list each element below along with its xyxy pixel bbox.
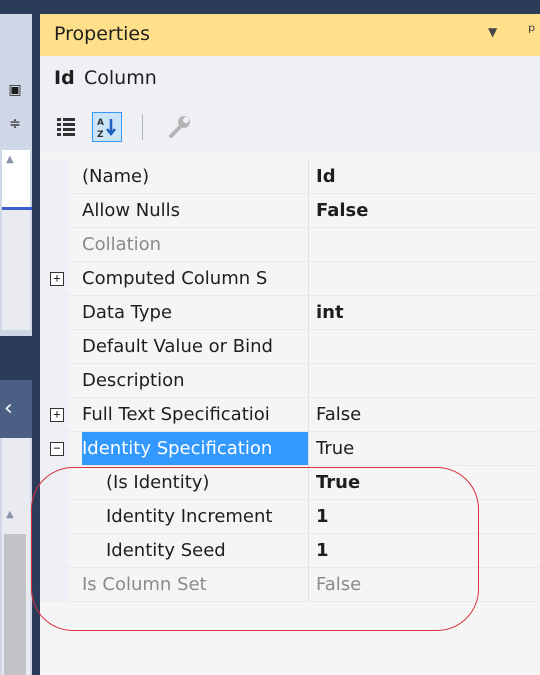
row-gutter xyxy=(40,364,68,398)
row-gutter xyxy=(40,194,68,228)
property-row[interactable]: Identity Increment 1 xyxy=(40,500,540,534)
property-row[interactable]: + Full Text Specificatioi False xyxy=(40,398,540,432)
row-gutter xyxy=(40,466,68,500)
panel-toggle-icon[interactable]: ▣ xyxy=(2,77,28,103)
property-name: Collation xyxy=(82,234,162,255)
property-name: Identity Seed xyxy=(106,540,226,561)
column-separator xyxy=(308,432,309,466)
expand-plus-icon[interactable]: + xyxy=(50,408,64,422)
alphabetical-icon[interactable]: A Z xyxy=(92,112,122,142)
row-gutter xyxy=(40,160,68,194)
object-type: Column xyxy=(84,67,157,89)
row-gutter xyxy=(40,500,68,534)
property-value[interactable]: True xyxy=(316,466,540,500)
column-separator xyxy=(308,364,309,398)
toolbar-separator xyxy=(142,114,143,140)
column-separator xyxy=(308,398,309,432)
property-name: Description xyxy=(82,370,185,391)
svg-text:Z: Z xyxy=(97,130,104,140)
property-value[interactable]: int xyxy=(316,296,540,330)
pin-icon[interactable]: ᵖ xyxy=(528,21,536,42)
property-row[interactable]: Identity Seed 1 xyxy=(40,534,540,568)
property-name: (Is Identity) xyxy=(106,472,210,493)
top-frame-strip xyxy=(0,0,540,14)
object-name: Id xyxy=(54,67,75,89)
property-name: Full Text Specificatioi xyxy=(82,404,270,425)
property-row[interactable]: Allow Nulls False xyxy=(40,194,540,228)
wrench-icon[interactable] xyxy=(164,112,194,142)
column-separator xyxy=(308,534,309,568)
window-title: Properties xyxy=(54,23,151,45)
column-separator xyxy=(308,296,309,330)
property-row[interactable]: Default Value or Bind xyxy=(40,330,540,364)
expand-plus-icon[interactable]: + xyxy=(50,272,64,286)
panel-sort-icon[interactable]: ≑ xyxy=(2,111,28,137)
property-name: Allow Nulls xyxy=(82,200,181,221)
collapse-minus-icon[interactable]: − xyxy=(50,442,64,456)
property-value[interactable]: False xyxy=(316,568,540,602)
scroll-up-arrow-icon-2[interactable]: ▲ xyxy=(6,509,14,520)
properties-titlebar: Properties ▼ ᵖ xyxy=(40,14,540,56)
property-name: Is Column Set xyxy=(82,574,207,595)
property-row[interactable]: Data Type int xyxy=(40,296,540,330)
property-name: Identity Increment xyxy=(106,506,273,527)
object-selector[interactable]: Id Column xyxy=(40,56,540,102)
property-name: Computed Column S xyxy=(82,268,268,289)
property-name: Data Type xyxy=(82,302,173,323)
property-value[interactable]: 1 xyxy=(316,534,540,568)
property-value[interactable]: False xyxy=(316,398,540,432)
column-separator xyxy=(308,330,309,364)
property-row-selected[interactable]: − Identity Specification True xyxy=(40,432,540,466)
property-row[interactable]: Collation xyxy=(40,228,540,262)
property-name: (Name) xyxy=(82,166,150,187)
property-row[interactable]: Description xyxy=(40,364,540,398)
scroll-up-arrow-icon[interactable]: ▲ xyxy=(6,154,14,165)
svg-text:A: A xyxy=(97,118,104,128)
property-value[interactable]: Id xyxy=(316,160,540,194)
property-name: Identity Specification xyxy=(82,432,308,466)
column-separator xyxy=(308,228,309,262)
property-value[interactable] xyxy=(316,330,540,364)
column-separator xyxy=(308,194,309,228)
column-separator xyxy=(308,568,309,602)
row-divider xyxy=(68,601,540,602)
left-tool-panel: ▣ ≑ ▲ ▼ ‹ ▲ xyxy=(0,14,32,675)
property-row[interactable]: (Name) Id xyxy=(40,160,540,194)
property-name: Default Value or Bind xyxy=(82,336,273,357)
property-value[interactable]: True xyxy=(316,432,540,466)
window-position-dropdown-icon[interactable]: ▼ xyxy=(488,25,497,39)
row-gutter xyxy=(40,296,68,330)
row-gutter xyxy=(40,534,68,568)
column-separator xyxy=(308,466,309,500)
property-value[interactable]: 1 xyxy=(316,500,540,534)
row-gutter xyxy=(40,568,68,602)
column-separator xyxy=(308,262,309,296)
properties-toolbar: A Z xyxy=(40,102,540,152)
property-row[interactable]: + Computed Column S xyxy=(40,262,540,296)
property-row[interactable]: Is Column Set False xyxy=(40,568,540,602)
categorized-icon[interactable] xyxy=(52,112,82,142)
row-gutter xyxy=(40,330,68,364)
property-value[interactable] xyxy=(316,364,540,398)
collapse-chevron-icon[interactable]: ‹ xyxy=(0,380,32,438)
property-row[interactable]: (Is Identity) True xyxy=(40,466,540,500)
left-panel-dark-band xyxy=(0,336,32,386)
property-value[interactable] xyxy=(316,262,540,296)
window-splitter[interactable] xyxy=(32,14,40,675)
left-panel-area xyxy=(2,210,30,330)
column-separator xyxy=(308,500,309,534)
row-gutter xyxy=(40,228,68,262)
property-value[interactable] xyxy=(316,228,540,262)
property-value[interactable]: False xyxy=(316,194,540,228)
properties-window: Properties ▼ ᵖ Id Column A Z (Name) Id A… xyxy=(40,14,540,675)
left-panel-scrollbar[interactable] xyxy=(4,534,26,675)
column-separator xyxy=(308,160,309,194)
